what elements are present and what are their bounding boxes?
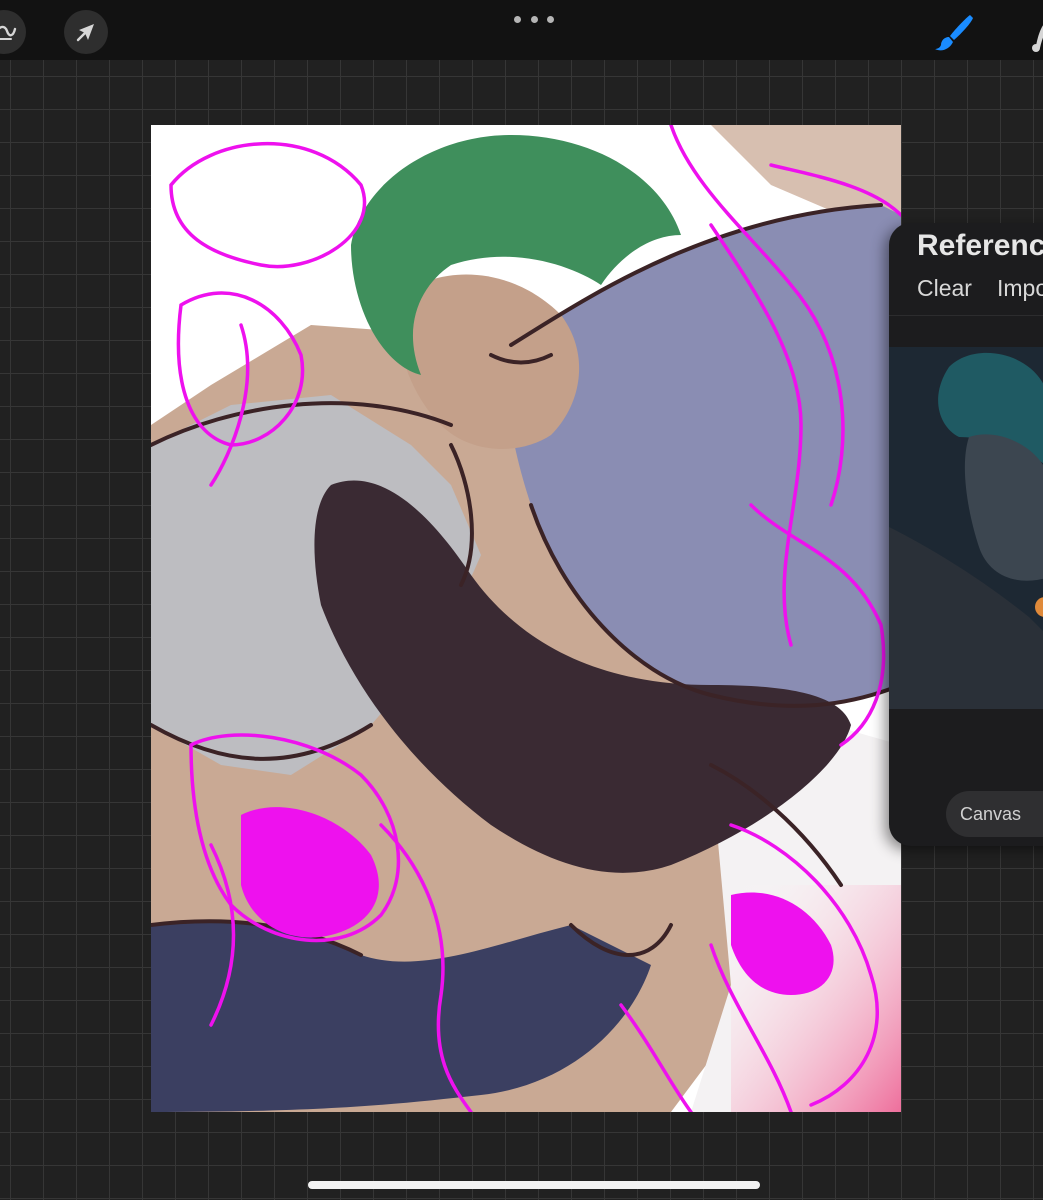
smudge-icon[interactable] bbox=[1026, 12, 1043, 52]
more-dots-icon[interactable] bbox=[514, 12, 554, 26]
reference-image bbox=[889, 347, 1043, 709]
adjustments-icon bbox=[0, 25, 17, 40]
divider bbox=[889, 315, 1043, 316]
brush-icon[interactable] bbox=[932, 12, 976, 52]
dot bbox=[530, 15, 538, 23]
canvas-tab[interactable]: Canvas bbox=[946, 791, 1043, 837]
drawing-canvas[interactable] bbox=[151, 125, 901, 1112]
canvas-tab-label: Canvas bbox=[960, 804, 1022, 824]
reference-panel[interactable]: Referenc Clear Impo Canvas bbox=[889, 223, 1043, 846]
selection-button[interactable] bbox=[64, 10, 108, 54]
dot bbox=[547, 15, 554, 23]
top-toolbar bbox=[0, 0, 1043, 60]
dot bbox=[514, 15, 521, 23]
clear-button[interactable]: Clear bbox=[917, 275, 972, 302]
reference-title: Referenc bbox=[917, 229, 1043, 262]
artwork bbox=[151, 125, 901, 1112]
selection-icon bbox=[76, 24, 94, 42]
adjustments-button[interactable] bbox=[0, 10, 26, 54]
home-indicator[interactable] bbox=[308, 1181, 760, 1189]
import-button[interactable]: Impo bbox=[997, 275, 1043, 302]
